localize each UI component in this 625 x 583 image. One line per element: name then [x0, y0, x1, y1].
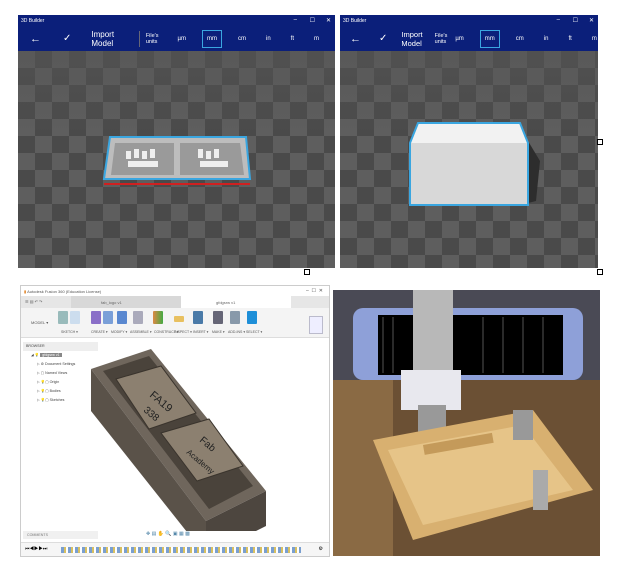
unit-m[interactable]: m — [588, 31, 598, 47]
insert-menu[interactable]: INSERT ▾ — [193, 330, 208, 334]
make-icon[interactable] — [213, 311, 223, 324]
back-arrow-icon[interactable]: ← — [30, 33, 41, 45]
select-menu[interactable]: SELECT ▾ — [246, 330, 262, 334]
app-title: 3D Builder — [343, 18, 367, 24]
file-menu-icon[interactable]: ☰ ▤ ↶ ↷ — [25, 299, 42, 304]
modify-menu[interactable]: MODIFY ▾ — [111, 330, 127, 334]
imported-model-tray[interactable] — [18, 51, 335, 268]
modify-icon[interactable] — [117, 311, 127, 324]
title-bar: ▮ Autodesk Fusion 360 (Education License… — [21, 286, 329, 296]
browser-item-origin[interactable]: ▷ 💡▢ Origin — [23, 378, 98, 387]
fusion-logo-icon: ▮ — [24, 289, 27, 294]
sketch-icon[interactable] — [58, 311, 68, 324]
timeline: ⏮◀▶▶⏭ ⚙ — [21, 542, 329, 556]
root-component-label: gfdgsrw v1 — [40, 353, 62, 357]
inspect-icon[interactable] — [174, 316, 184, 322]
cnc-machine-illustration — [333, 290, 600, 556]
import-model-title: Import Model — [91, 29, 115, 48]
document-tabs: ☰ ▤ ↶ ↷ fab_logo v1 gfdgsrw v1 — [21, 296, 329, 308]
imported-model-block[interactable] — [340, 51, 598, 268]
browser-title: BROWSER — [23, 342, 98, 351]
close-button[interactable]: ✕ — [326, 17, 331, 24]
item-label: Sketches — [49, 398, 65, 402]
resize-handle[interactable] — [597, 269, 603, 275]
workspace-dropdown[interactable]: MODEL ▾ — [31, 320, 48, 325]
comments-panel[interactable]: COMMENTS — [23, 531, 98, 539]
title-bar: 3D Builder – ☐ ✕ — [18, 15, 335, 26]
check-icon[interactable]: ✓ — [379, 33, 387, 44]
select-icon[interactable] — [247, 311, 257, 324]
unit-ft[interactable]: ft — [564, 31, 575, 47]
resize-handle[interactable] — [597, 139, 603, 145]
browser-item-document-settings[interactable]: ▷ ⚙ Document Settings — [23, 360, 98, 369]
unit-m[interactable]: m — [310, 31, 323, 47]
cnc-milling-photo — [333, 290, 600, 556]
back-arrow-icon[interactable]: ← — [350, 33, 361, 45]
ribbon-toolbar: MODEL ▾ SKETCH ▾ CREATE ▾ MODIFY ▾ ASSEM… — [21, 308, 329, 338]
assemble-menu[interactable]: ASSEMBLE ▾ — [130, 330, 152, 334]
unit-in[interactable]: in — [262, 31, 275, 47]
unit-cm[interactable]: cm — [512, 31, 528, 47]
minimize-button[interactable]: – — [294, 17, 297, 23]
3d-viewport[interactable] — [18, 51, 335, 268]
unit-mm[interactable]: mm — [479, 29, 500, 48]
unit-in[interactable]: in — [540, 31, 553, 47]
browser-panel: BROWSER ◢ 💡 gfdgsrw v1 ▷ ⚙ Document Sett… — [23, 342, 98, 405]
import-toolbar: ← ✓ Import Model File's units µm mm cm i… — [340, 26, 598, 51]
import-model-title: Import Model — [401, 29, 423, 48]
resize-handle[interactable] — [304, 269, 310, 275]
extrude-icon[interactable] — [103, 311, 113, 324]
create-menu[interactable]: CREATE ▾ — [91, 330, 108, 334]
browser-root[interactable]: ◢ 💡 gfdgsrw v1 — [23, 351, 98, 360]
files-units-label: File's units — [434, 32, 448, 45]
unit-cm[interactable]: cm — [234, 31, 250, 47]
item-label: Named Views — [45, 371, 68, 375]
app-title: 3D Builder — [21, 18, 45, 24]
browser-item-sketches[interactable]: ▷ 💡▢ Sketches — [23, 396, 98, 405]
viewcube[interactable] — [309, 316, 323, 334]
maximize-button[interactable]: ☐ — [573, 17, 578, 24]
insert-icon[interactable] — [193, 311, 203, 324]
sketch-menu[interactable]: SKETCH ▾ — [61, 330, 78, 334]
builder-window-right: 3D Builder – ☐ ✕ ← ✓ Import Model File's… — [340, 15, 598, 268]
import-toolbar: ← ✓ Import Model File's units µm mm cm i… — [18, 26, 335, 51]
item-label: Origin — [49, 380, 60, 384]
maximize-button[interactable]: ☐ — [310, 17, 315, 24]
files-units-label: File's units — [145, 32, 159, 45]
item-label: Bodies — [49, 389, 61, 393]
timeline-controls[interactable]: ⏮◀▶▶⏭ — [25, 546, 47, 552]
addins-menu[interactable]: ADD-INS ▾ — [228, 330, 245, 334]
create-icon[interactable] — [91, 311, 101, 324]
make-menu[interactable]: MAKE ▾ — [212, 330, 225, 334]
check-icon[interactable]: ✓ — [63, 33, 71, 44]
fusion360-window: ▮ Autodesk Fusion 360 (Education License… — [20, 285, 330, 557]
unit-mm[interactable]: mm — [201, 29, 222, 48]
title-bar: 3D Builder – ☐ ✕ — [340, 15, 598, 26]
inspect-menu[interactable]: INSPECT ▾ — [174, 330, 192, 334]
3d-viewport[interactable] — [340, 51, 598, 268]
tab-gfdgsrw[interactable]: gfdgsrw v1 — [181, 296, 291, 308]
assemble-icon[interactable] — [133, 311, 143, 324]
navigation-bar[interactable]: ✥ ▤ ✋ 🔍 ▣ ▦ ▩ — [146, 531, 190, 537]
app-title: Autodesk Fusion 360 (Education License) — [27, 289, 102, 294]
unit-um[interactable]: µm — [174, 31, 190, 47]
unit-ft[interactable]: ft — [287, 31, 298, 47]
browser-item-named-views[interactable]: ▷ ▢ Named Views — [23, 369, 98, 378]
timeline-features[interactable] — [61, 547, 301, 553]
builder-window-left: 3D Builder – ☐ ✕ ← ✓ Import Model File's… — [18, 15, 335, 268]
tab-fab-logo[interactable]: fab_logo v1 — [71, 296, 181, 308]
construct-icon[interactable] — [153, 311, 163, 324]
arc-icon[interactable] — [70, 311, 80, 324]
window-controls[interactable]: – ☐ ✕ — [306, 288, 323, 294]
timeline-settings-icon[interactable]: ⚙ — [319, 546, 323, 552]
browser-item-bodies[interactable]: ▷ 💡▢ Bodies — [23, 387, 98, 396]
item-label: Document Settings — [44, 362, 76, 366]
divider — [139, 30, 140, 47]
close-button[interactable]: ✕ — [589, 17, 594, 24]
unit-um[interactable]: µm — [451, 31, 467, 47]
minimize-button[interactable]: – — [557, 17, 560, 23]
addins-icon[interactable] — [230, 311, 240, 324]
